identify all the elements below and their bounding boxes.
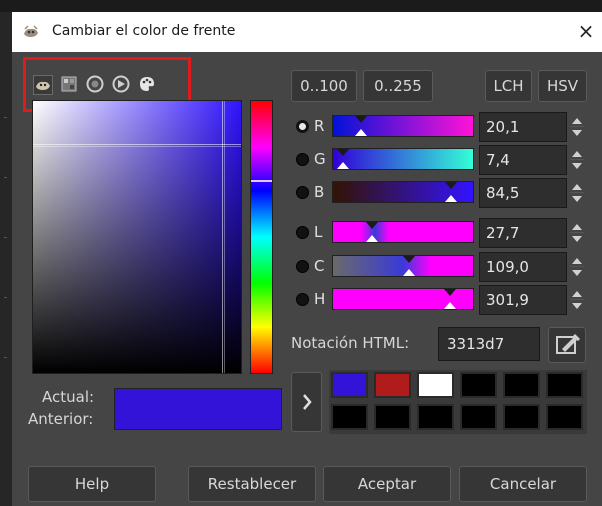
history-swatch[interactable] [417, 404, 454, 430]
channel-radio-b[interactable] [296, 186, 309, 199]
spin-arrows-icon[interactable] [568, 178, 586, 208]
channel-value-input-h[interactable]: 301,9 [479, 285, 567, 315]
channel-radio-g[interactable] [296, 153, 309, 166]
channel-label-c: C [314, 257, 325, 275]
title-bar: Cambiar el color de frente × [12, 12, 602, 52]
channel-value-input-r[interactable]: 20,1 [479, 112, 567, 142]
channel-value-b: 84,5 [486, 184, 520, 202]
background-window-edge [0, 12, 12, 506]
channel-label-h: H [314, 290, 326, 308]
slider-marker-c [403, 269, 415, 276]
gimp-app-icon [24, 25, 38, 37]
cmyk-selector-icon[interactable] [60, 75, 80, 95]
channel-slider-h[interactable] [332, 288, 474, 310]
history-swatch[interactable] [460, 404, 497, 430]
history-swatch[interactable] [374, 404, 411, 430]
sv-crosshair-horizontal-2 [33, 146, 241, 147]
channel-label-l: L [314, 223, 323, 241]
channel-value-r: 20,1 [486, 118, 520, 136]
cancel-button[interactable]: Cancelar [459, 466, 587, 502]
hue-strip[interactable] [250, 100, 273, 374]
slider-marker-b [445, 195, 457, 202]
slider-marker-top-g [337, 149, 349, 156]
channel-slider-b[interactable] [332, 181, 474, 203]
channel-value-h: 301,9 [486, 291, 529, 309]
channel-value-input-b[interactable]: 84,5 [479, 178, 567, 208]
actual-label: Actual: [42, 388, 95, 406]
history-swatch[interactable] [503, 372, 540, 398]
channel-slider-c[interactable] [332, 255, 474, 277]
top-strip [0, 0, 602, 12]
slider-marker-top-c [403, 256, 415, 263]
slider-marker-top-b [445, 182, 457, 189]
history-swatch[interactable] [417, 372, 454, 398]
spin-arrows-icon[interactable] [568, 218, 586, 248]
accept-button[interactable]: Aceptar [323, 466, 451, 502]
history-swatch[interactable] [546, 404, 583, 430]
window-title: Cambiar el color de frente [52, 23, 236, 39]
channel-value-c: 109,0 [486, 258, 529, 276]
wheel-icon[interactable] [112, 75, 132, 95]
slider-marker-r [355, 129, 367, 136]
lch-button[interactable]: LCH [485, 70, 532, 102]
channel-slider-r[interactable] [332, 115, 474, 137]
channel-value-input-g[interactable]: 7,4 [479, 145, 567, 175]
channel-radio-r[interactable] [296, 120, 309, 133]
color-picker-button[interactable] [548, 327, 586, 363]
spin-arrows-icon[interactable] [568, 285, 586, 315]
slider-marker-l [366, 235, 378, 242]
slider-marker-h [444, 302, 456, 309]
history-swatch[interactable] [546, 372, 583, 398]
color-history [329, 370, 587, 434]
sv-crosshair-vertical [222, 101, 223, 373]
reset-button[interactable]: Restablecer [188, 466, 316, 502]
html-notation-value: 3313d7 [447, 335, 505, 353]
html-notation-label: Notación HTML: [291, 334, 410, 352]
channel-slider-g[interactable] [332, 148, 474, 170]
sv-crosshair-horizontal [33, 144, 241, 145]
channel-radio-c[interactable] [296, 260, 309, 273]
chevron-right-icon [303, 394, 312, 410]
channel-value-g: 7,4 [486, 151, 510, 169]
history-swatch[interactable] [331, 404, 368, 430]
history-swatch[interactable] [374, 372, 411, 398]
history-swatch[interactable] [503, 404, 540, 430]
spin-arrows-icon[interactable] [568, 145, 586, 175]
help-button[interactable]: Help [28, 466, 156, 502]
slider-marker-top-l [366, 222, 378, 229]
channel-value-input-l[interactable]: 27,7 [479, 218, 567, 248]
channel-slider-l[interactable] [332, 221, 474, 243]
hue-marker [251, 180, 272, 182]
channel-label-r: R [314, 117, 325, 135]
sv-crosshair-vertical-2 [224, 101, 225, 373]
html-notation-input[interactable]: 3313d7 [438, 327, 540, 361]
close-icon[interactable]: × [574, 18, 598, 44]
range-0-255-button[interactable]: 0..255 [363, 70, 433, 102]
saturation-value-square[interactable] [32, 100, 242, 374]
triangle-wheel-icon[interactable] [86, 75, 106, 95]
spin-arrows-icon[interactable] [568, 252, 586, 282]
previous-label: Anterior: [28, 410, 94, 428]
gimp-selector-icon[interactable] [33, 75, 53, 95]
slider-marker-g [337, 162, 349, 169]
channel-label-g: G [314, 150, 326, 168]
range-0-100-button[interactable]: 0..100 [291, 70, 357, 102]
slider-marker-top-h [444, 289, 456, 296]
watercolor-palette-icon[interactable] [138, 75, 158, 95]
color-swatch-current [114, 388, 282, 430]
spin-arrows-icon[interactable] [568, 112, 586, 142]
channel-radio-l[interactable] [296, 226, 309, 239]
history-swatch[interactable] [331, 372, 368, 398]
channel-radio-h[interactable] [296, 293, 309, 306]
slider-marker-top-r [355, 116, 367, 123]
channel-value-l: 27,7 [486, 224, 520, 242]
hsv-button[interactable]: HSV [538, 70, 587, 102]
channel-value-input-c[interactable]: 109,0 [479, 252, 567, 282]
history-add-button[interactable] [291, 372, 322, 432]
eyedropper-icon [556, 333, 581, 354]
channel-label-b: B [314, 183, 325, 201]
history-swatch[interactable] [460, 372, 497, 398]
